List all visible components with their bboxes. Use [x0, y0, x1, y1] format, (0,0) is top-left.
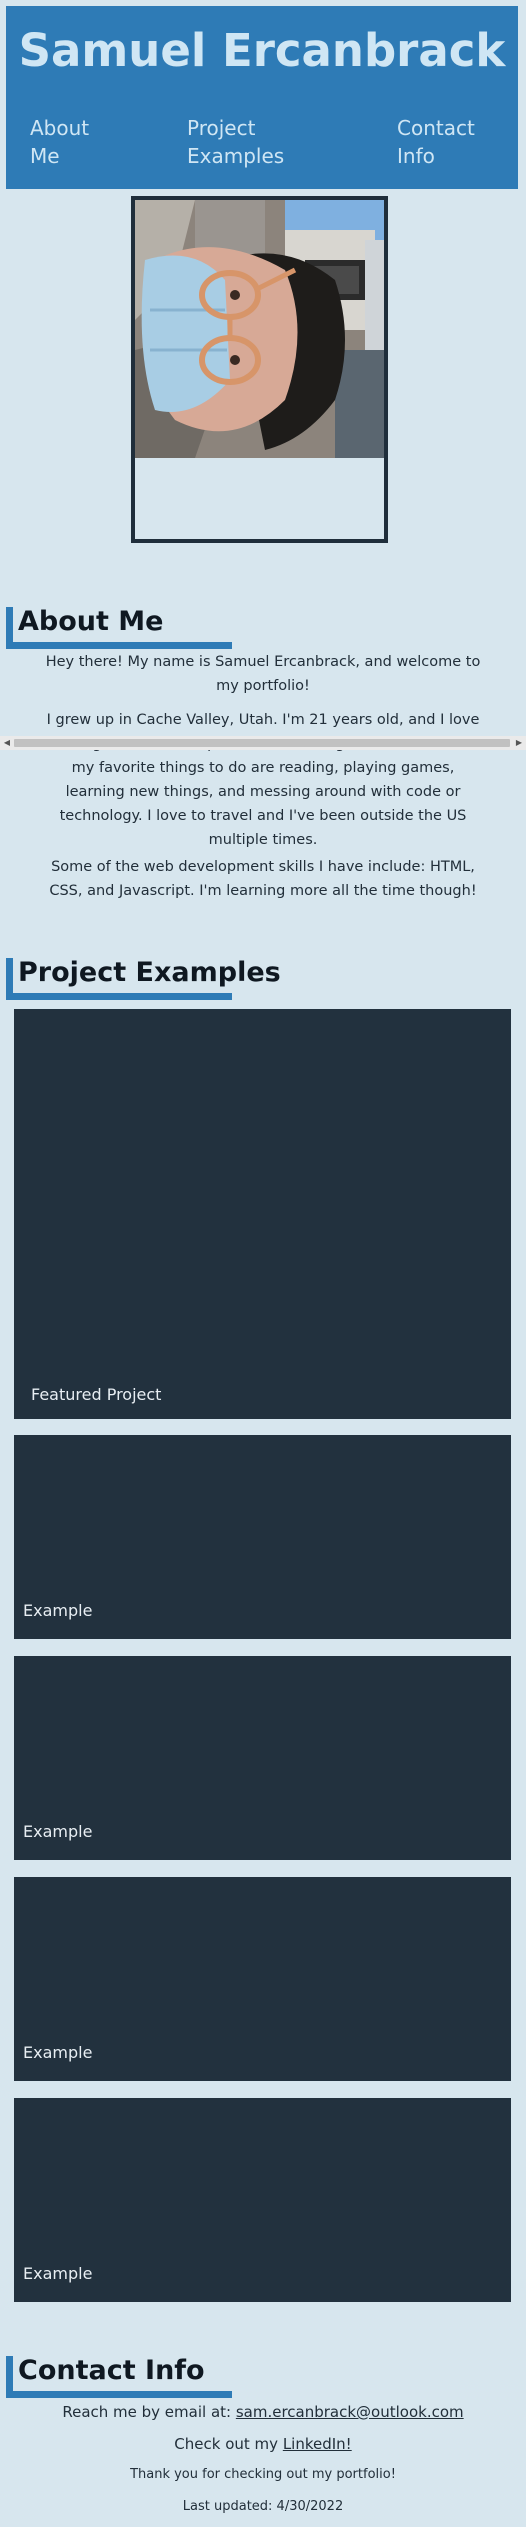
about-paragraph-skills: Some of the web development skills I hav…: [49, 859, 477, 899]
example-project-label: Example: [23, 2043, 93, 2062]
about-paragraph-intro: Hey there! My name is Samuel Ercanbrack,…: [45, 654, 481, 694]
contact-email-prefix: Reach me by email at:: [62, 2403, 236, 2421]
contact-linkedin-line: Check out my LinkedIn!: [0, 2435, 526, 2453]
example-project-card[interactable]: Example: [14, 2098, 511, 2302]
about-me-heading: About Me: [6, 607, 232, 650]
scroll-right-arrow-icon[interactable]: ▶: [512, 736, 526, 750]
featured-project-label: Featured Project: [31, 1385, 162, 1404]
project-examples-heading: Project Examples: [6, 958, 281, 1001]
profile-photo: [135, 200, 384, 458]
scroll-left-arrow-icon[interactable]: ◀: [0, 736, 14, 750]
site-header: Samuel Ercanbrack About Me Project Examp…: [6, 6, 518, 189]
nav-link-contact-info[interactable]: Contact Info: [397, 114, 507, 170]
example-project-card[interactable]: Example: [14, 1656, 511, 1860]
example-project-card[interactable]: Example: [14, 1877, 511, 2081]
site-title: Samuel Ercanbrack: [18, 24, 506, 77]
profile-photo-frame: [131, 196, 388, 543]
example-project-card[interactable]: Example: [14, 1435, 511, 1639]
contact-info-heading: Contact Info: [6, 2356, 232, 2399]
last-updated-text: Last updated: 4/30/2022: [182, 2499, 344, 2514]
linkedin-link[interactable]: LinkedIn!: [283, 2435, 352, 2453]
scrollbar-thumb[interactable]: [14, 739, 510, 747]
contact-linkedin-prefix: Check out my: [174, 2435, 283, 2453]
featured-project-card[interactable]: Featured Project: [14, 1009, 511, 1419]
example-project-label: Example: [23, 1822, 93, 1841]
about-paragraph-background: I grew up in Cache Valley, Utah. I'm 21 …: [44, 712, 482, 848]
nav-link-about-me[interactable]: About Me: [30, 114, 130, 170]
email-link[interactable]: sam.ercanbrack@outlook.com: [236, 2403, 464, 2421]
contact-email-line: Reach me by email at: sam.ercanbrack@out…: [0, 2403, 526, 2421]
nav-link-project-examples[interactable]: Project Examples: [187, 114, 307, 170]
thanks-message: Thank you for checking out my portfolio!: [130, 2467, 396, 2482]
example-project-label: Example: [23, 2264, 93, 2283]
horizontal-scrollbar[interactable]: ◀ ▶: [0, 736, 526, 750]
example-project-label: Example: [23, 1601, 93, 1620]
